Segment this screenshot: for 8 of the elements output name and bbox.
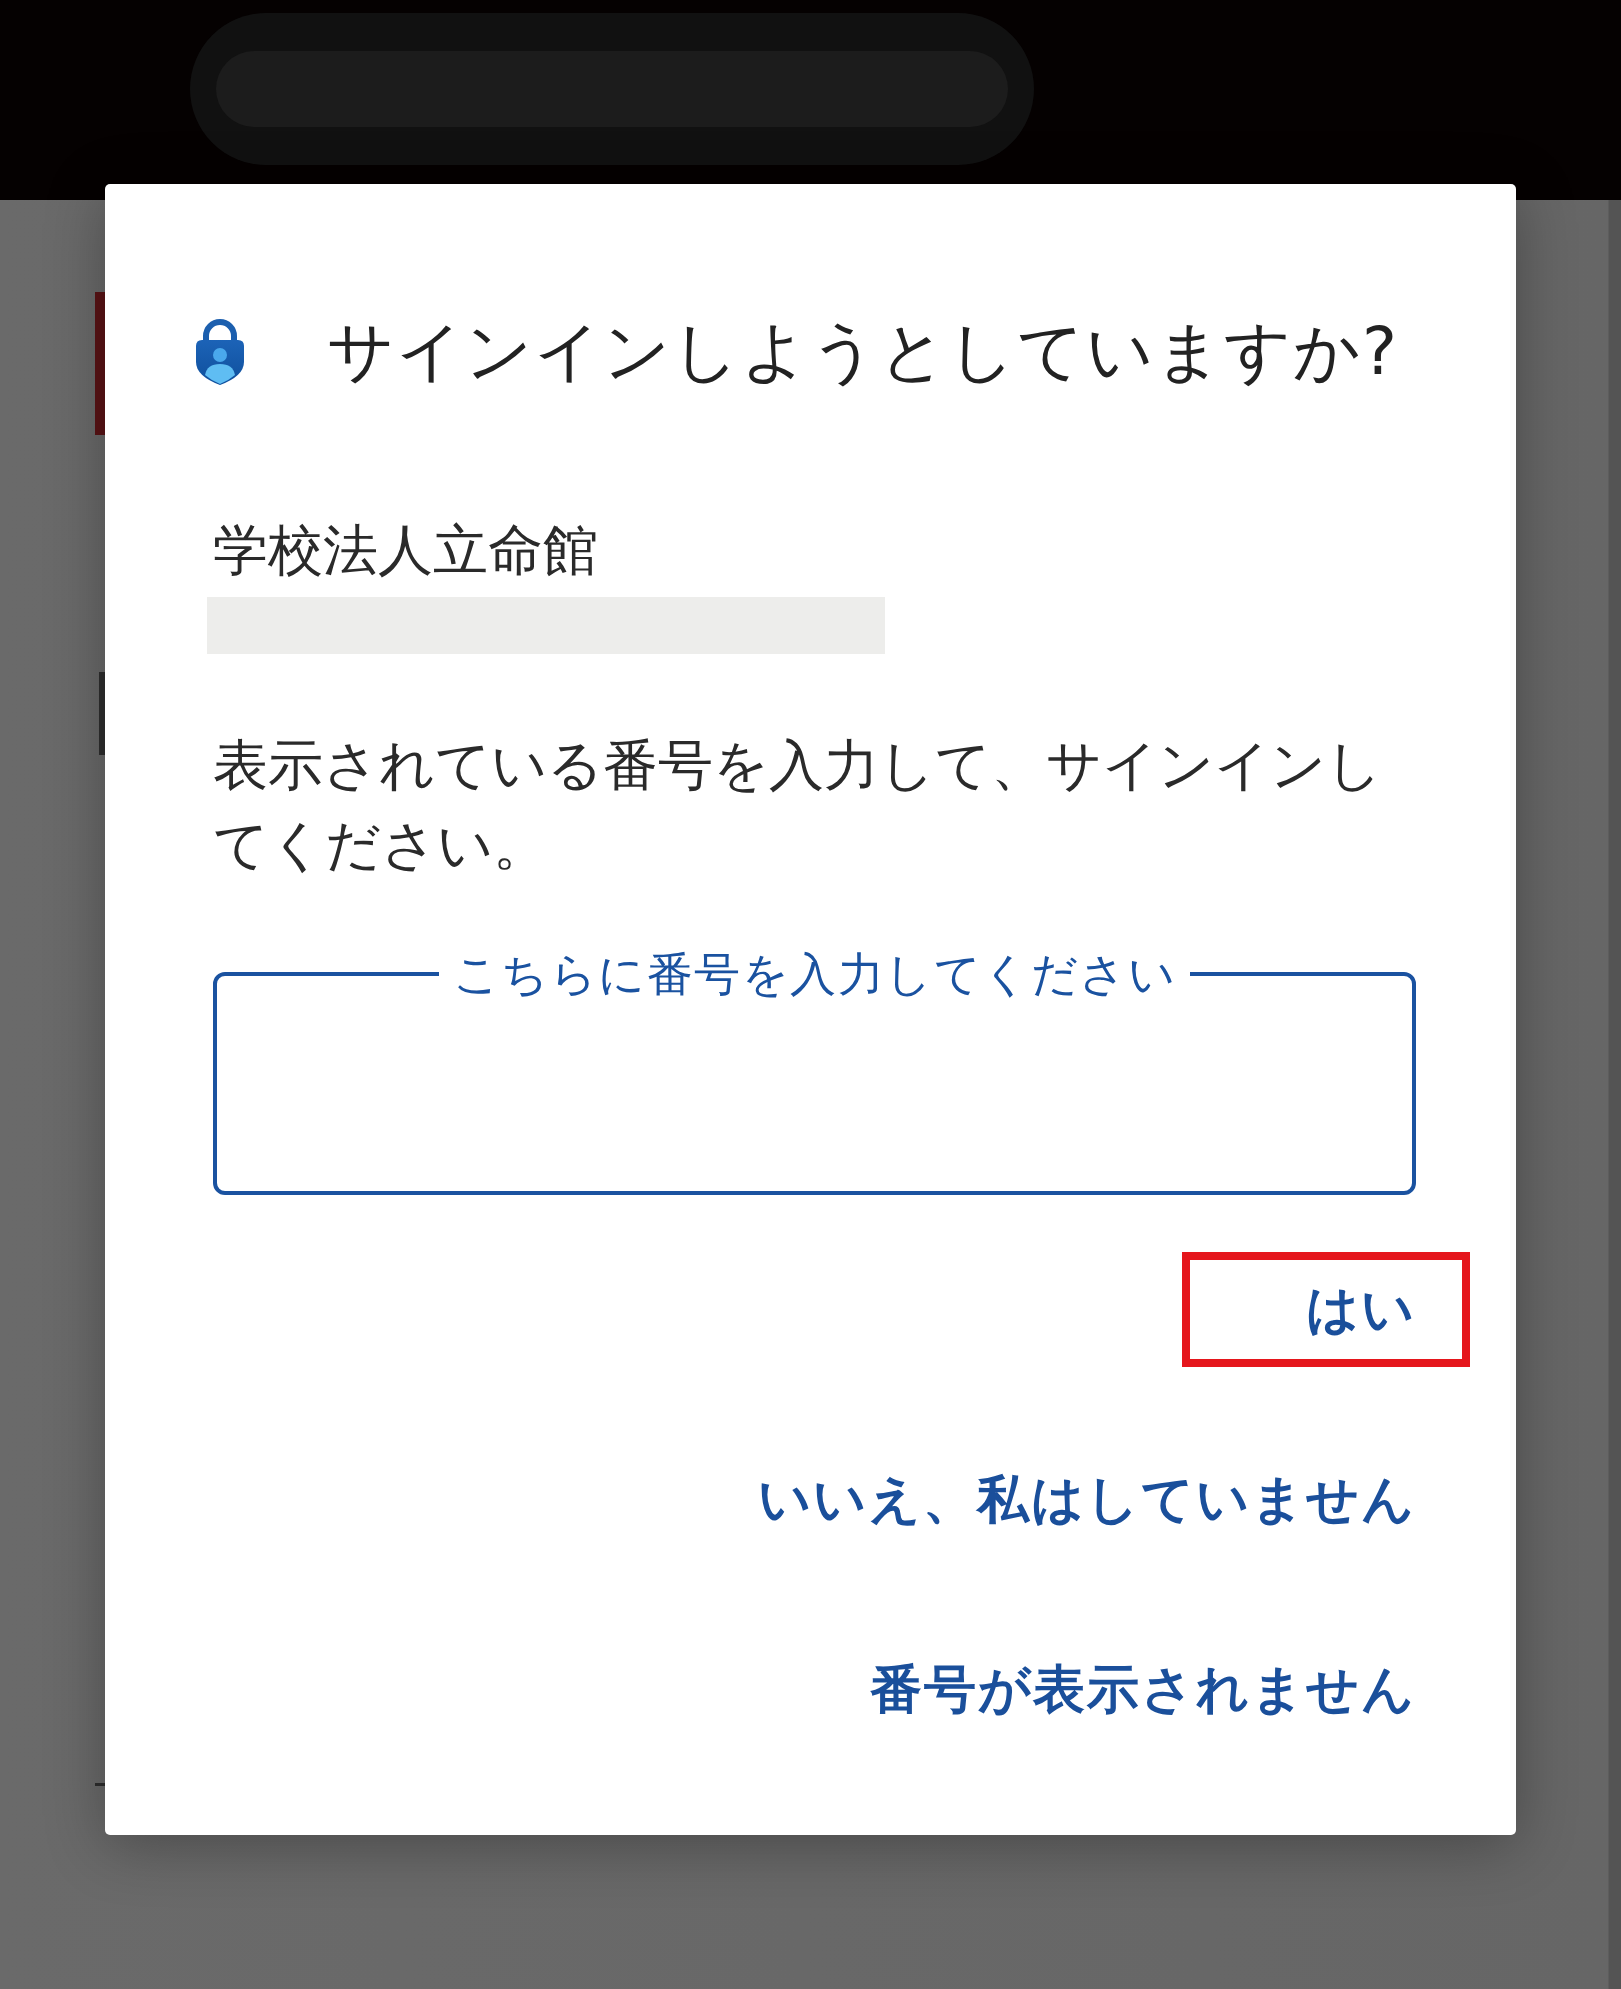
cut-off-mark <box>95 1783 105 1786</box>
lock-person-icon <box>193 318 247 386</box>
dialog-title: サインインしようとしていますか? <box>327 315 1399 389</box>
organization-name: 学校法人立命館 <box>213 518 599 583</box>
yes-button[interactable]: はい <box>1306 1277 1416 1341</box>
instruction-text: 表示されている番号を入力して、サインインしてください。 <box>213 732 1383 879</box>
deny-button[interactable]: いいえ、私はしていません <box>758 1467 1416 1531</box>
no-number-button[interactable]: 番号が表示されません <box>870 1657 1416 1721</box>
